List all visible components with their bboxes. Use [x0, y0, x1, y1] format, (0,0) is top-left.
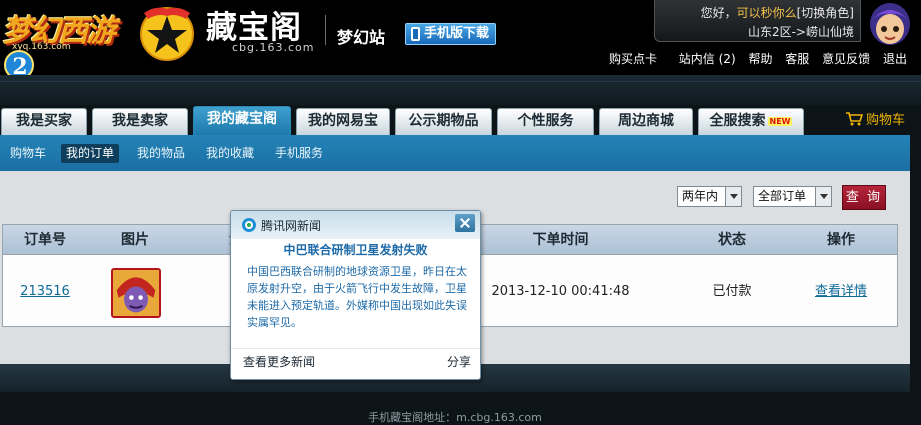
tab-global-search-label: 全服搜索	[709, 113, 766, 129]
chevron-down-icon	[815, 187, 831, 206]
user-panel: 您好，可以秒你么[切换角色] 山东2区->崂山仙境	[654, 0, 861, 42]
tab-wallet[interactable]: 我的网易宝	[296, 108, 390, 135]
order-type-select[interactable]: 全部订单	[753, 186, 832, 207]
filter-bar: 两年内 全部订单 查 询	[677, 185, 889, 210]
cart-link-label: 购物车	[866, 113, 906, 128]
col-order-time: 下单时间	[532, 232, 589, 248]
character-avatar	[870, 3, 910, 45]
sub-nav: 购物车 我的订单 我的物品 我的收藏 手机服务	[0, 135, 910, 171]
tab-services[interactable]: 个性服务	[497, 108, 594, 135]
header-band	[0, 75, 921, 105]
tencent-news-icon	[242, 218, 256, 232]
cart-link[interactable]: 购物车	[846, 109, 905, 128]
order-time: 2013-12-10 00:41:48	[491, 284, 630, 299]
greeting: 您好，可以秒你么[切换角色]	[701, 4, 854, 21]
tab-public-items[interactable]: 公示期物品	[395, 108, 492, 135]
site-name: 梦幻站	[337, 28, 386, 47]
news-divider	[231, 348, 480, 349]
news-popup-header: 腾讯网新闻	[231, 211, 480, 239]
col-action: 操作	[827, 232, 855, 248]
game-logo-number: 2	[4, 50, 34, 75]
share-link[interactable]: 分享	[447, 353, 471, 370]
time-range-select[interactable]: 两年内	[677, 186, 742, 207]
new-badge: NEW	[767, 117, 793, 126]
subnav-favorites[interactable]: 我的收藏	[201, 144, 259, 163]
subnav-cart[interactable]: 购物车	[5, 144, 51, 163]
site-header: 梦幻西游2 xyq.163.com 藏宝阁 cbg.163.com 梦幻站 手机…	[0, 0, 921, 75]
cbg-emblem-icon	[140, 7, 194, 61]
chevron-down-icon	[725, 187, 741, 206]
order-type-value: 全部订单	[758, 189, 807, 203]
tab-global-search[interactable]: 全服搜索 NEW	[698, 108, 804, 135]
subnav-my-orders[interactable]: 我的订单	[61, 144, 120, 163]
time-range-value: 两年内	[682, 189, 719, 203]
username: 可以秒你么	[736, 6, 797, 20]
help-link[interactable]: 帮助	[748, 52, 772, 66]
news-popup: 腾讯网新闻 中巴联合研制卫星发射失败 中国巴西联合研制的地球资源卫星，昨日在太原…	[230, 210, 481, 380]
item-thumbnail[interactable]	[111, 268, 161, 318]
subnav-mobile-service[interactable]: 手机服务	[270, 144, 328, 163]
col-status: 状态	[718, 232, 746, 248]
greeting-prefix: 您好，	[700, 6, 737, 20]
switch-role-link[interactable]: [切换角色]	[797, 6, 854, 20]
mobile-address: 手机藏宝阁地址：m.cbg.163.com	[368, 411, 542, 424]
feedback-link[interactable]: 意见反馈	[822, 52, 870, 66]
game-logo-url: xyq.163.com	[12, 42, 71, 52]
more-news-link[interactable]: 查看更多新闻	[243, 353, 315, 370]
logout-link[interactable]: 退出	[883, 52, 907, 66]
tab-buyer[interactable]: 我是买家	[1, 108, 87, 135]
cart-icon	[846, 112, 863, 126]
messages-count: (2)	[718, 52, 736, 66]
cbg-logo-url: cbg.163.com	[232, 41, 315, 54]
messages-label: 站内信	[678, 52, 715, 66]
logo-divider	[325, 15, 326, 45]
buy-card-link[interactable]: 购买点卡	[609, 52, 657, 66]
news-brand: 腾讯网新闻	[261, 219, 322, 233]
phone-icon	[411, 27, 420, 41]
query-button[interactable]: 查 询	[842, 185, 886, 210]
tab-my-cbg[interactable]: 我的藏宝阁	[193, 106, 291, 135]
right-gutter	[910, 135, 921, 425]
order-status: 已付款	[712, 284, 752, 299]
service-link[interactable]: 客服	[785, 52, 809, 66]
news-headline[interactable]: 中巴联合研制卫星发射失败	[231, 241, 480, 258]
top-links: 购买点卡 站内信 (2) 帮助 客服 意见反馈 退出	[600, 50, 907, 67]
news-body: 中国巴西联合研制的地球资源卫星，昨日在太原发射升空，由于火箭飞行中发生故障，卫星…	[247, 265, 467, 329]
server-name: 山东2区->崂山仙境	[747, 25, 854, 39]
order-id-link[interactable]: 213516	[3, 256, 87, 327]
tab-seller[interactable]: 我是卖家	[92, 108, 188, 135]
view-details-link[interactable]: 查看详情	[796, 256, 886, 327]
game-logo[interactable]: 梦幻西游2 xyq.163.com	[2, 6, 130, 75]
mobile-download-label: 手机版下载	[424, 26, 490, 41]
messages-link[interactable]: 站内信 (2)	[670, 52, 736, 66]
mobile-download-button[interactable]: 手机版下载	[405, 23, 497, 45]
col-image: 图片	[121, 232, 149, 248]
close-icon[interactable]	[455, 214, 475, 232]
col-order-id: 订单号	[24, 232, 66, 248]
tab-mall[interactable]: 周边商城	[599, 108, 693, 135]
main-tabs: 我是买家 我是卖家 我的藏宝阁 我的网易宝 公示期物品 个性服务 周边商城 全服…	[0, 105, 921, 135]
subnav-my-items[interactable]: 我的物品	[132, 144, 190, 163]
